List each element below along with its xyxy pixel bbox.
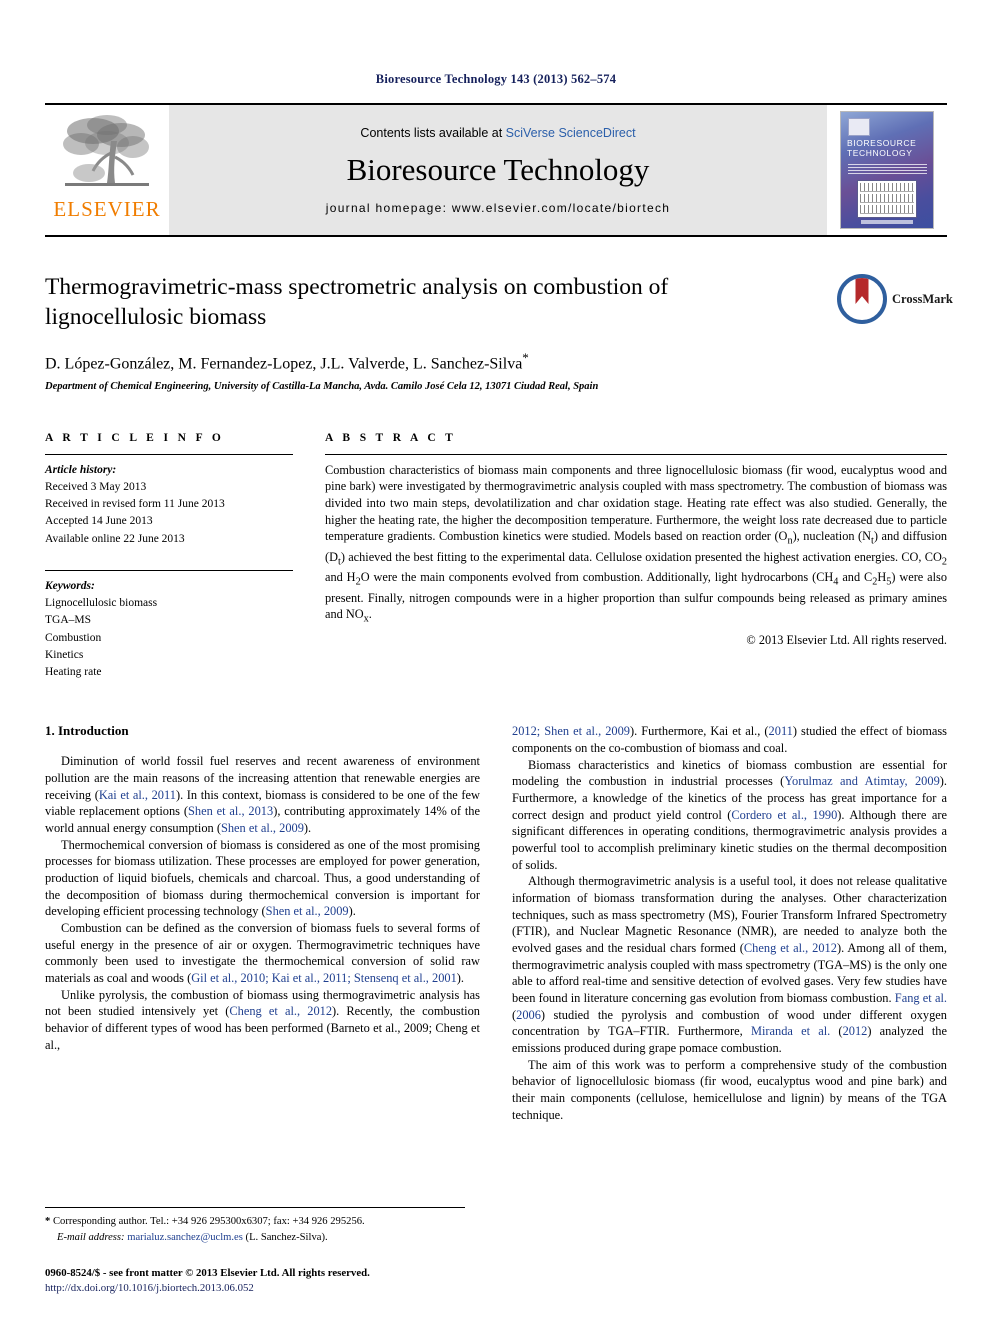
footnote-line-2: E-mail address: marialuz.sanchez@uclm.es…: [45, 1230, 465, 1245]
page-title: Thermogravimetric-mass spectrometric ana…: [45, 274, 669, 330]
article-history-item: Accepted 14 June 2013: [45, 515, 153, 528]
paragraph: Combustion can be defined as the convers…: [45, 921, 480, 986]
crossmark-badge[interactable]: CrossMark: [837, 273, 953, 325]
cover-footer-band: [861, 220, 913, 224]
journal-masthead: ELSEVIER Contents lists available at Sci…: [45, 103, 947, 237]
cover-image: BIORESOURCE TECHNOLOGY: [841, 112, 933, 228]
cover-inset-chart: [857, 180, 917, 218]
footnote-line-1: * Corresponding author. Tel.: +34 926 29…: [45, 1214, 465, 1229]
title-block: Thermogravimetric-mass spectrometric ana…: [45, 273, 953, 392]
article-history-label: Article history:: [45, 463, 117, 476]
keyword-item: Kinetics: [45, 648, 84, 661]
introduction-section: 1. Introduction Diminution of world foss…: [45, 723, 947, 1123]
corresponding-author-footnote: * Corresponding author. Tel.: +34 926 29…: [45, 1207, 465, 1245]
article-history-item: Received 3 May 2013: [45, 480, 147, 493]
corresponding-author-marker: *: [522, 350, 529, 366]
cover-subtitle-lines: [848, 164, 927, 176]
paragraph: Diminution of world fossil fuel reserves…: [45, 754, 480, 835]
abstract-copyright: © 2013 Elsevier Ltd. All rights reserved…: [746, 632, 947, 647]
article-history-item: Received in revised form 11 June 2013: [45, 498, 225, 511]
issn-copyright-line: 0960-8524/$ - see front matter © 2013 El…: [45, 1266, 370, 1279]
body-column-right: 2012; Shen et al., 2009). Furthermore, K…: [512, 723, 947, 1123]
abstract-text: Combustion characteristics of biomass ma…: [325, 462, 947, 625]
sciencedirect-link[interactable]: SciVerse ScienceDirect: [506, 126, 636, 140]
divider: [45, 453, 293, 455]
divider: [45, 569, 293, 571]
author-names: D. López-González, M. Fernandez-Lopez, J…: [45, 355, 523, 373]
keyword-item: Lignocellulosic biomass: [45, 597, 158, 610]
elsevier-logo: ELSEVIER: [45, 105, 169, 235]
article-history-item: Available online 22 June 2013: [45, 532, 185, 545]
email-link[interactable]: marialuz.sanchez@uclm.es: [127, 1232, 243, 1243]
keyword-item: Heating rate: [45, 666, 102, 679]
paragraph: Biomass characteristics and kinetics of …: [512, 757, 948, 872]
paper-page: Bioresource Technology 143 (2013) 562–57…: [0, 0, 992, 1323]
crossmark-icon: [837, 274, 887, 324]
section-heading-introduction: 1. Introduction: [45, 723, 129, 739]
journal-homepage-link[interactable]: journal homepage: www.elsevier.com/locat…: [326, 201, 670, 215]
journal-cover-thumbnail: BIORESOURCE TECHNOLOGY: [827, 105, 947, 235]
contents-available-line: Contents lists available at SciVerse Sci…: [360, 126, 635, 140]
author-list: D. López-González, M. Fernandez-Lopez, J…: [45, 350, 947, 373]
keywords-label: Keywords:: [45, 579, 95, 592]
abstract-heading: A B S T R A C T: [325, 431, 457, 444]
email-address-label: E-mail address:: [57, 1231, 125, 1243]
doi-link[interactable]: http://dx.doi.org/10.1016/j.biortech.201…: [45, 1281, 370, 1297]
footer-metadata: 0960-8524/$ - see front matter © 2013 El…: [45, 1266, 370, 1297]
affiliation: Department of Chemical Engineering, Univ…: [45, 380, 599, 392]
elsevier-wordmark: ELSEVIER: [53, 197, 161, 221]
paragraph: 2012; Shen et al., 2009). Furthermore, K…: [512, 724, 948, 755]
journal-title: Bioresource Technology: [346, 151, 650, 187]
elsevier-tree-icon: [59, 111, 155, 197]
cover-title-text: BIORESOURCE TECHNOLOGY: [847, 138, 917, 158]
body-column-left: 1. Introduction Diminution of world foss…: [45, 723, 480, 1123]
keyword-item: TGA–MS: [45, 614, 92, 627]
masthead-center: Contents lists available at SciVerse Sci…: [169, 105, 827, 235]
paragraph: Unlike pyrolysis, the combustion of biom…: [45, 987, 480, 1052]
email-owner: (L. Sanchez-Silva).: [245, 1231, 328, 1243]
cover-elsevier-icon: [848, 118, 870, 136]
abstract-column: A B S T R A C T Combustion characteristi…: [325, 432, 947, 682]
paragraph: The aim of this work was to perform a co…: [512, 1057, 947, 1122]
article-info-heading: A R T I C L E I N F O: [45, 431, 225, 444]
divider: [325, 453, 947, 455]
keyword-item: Combustion: [45, 631, 102, 644]
crossmark-label: CrossMark: [892, 291, 953, 306]
contents-prefix: Contents lists available at: [360, 125, 506, 140]
info-abstract-section: A R T I C L E I N F O Article history: R…: [45, 432, 947, 682]
running-head: Bioresource Technology 143 (2013) 562–57…: [375, 72, 617, 86]
paragraph: Although thermogravimetric analysis is a…: [512, 874, 947, 1056]
footnote-contact: Corresponding author. Tel.: +34 926 2953…: [52, 1216, 365, 1228]
article-info-column: A R T I C L E I N F O Article history: R…: [45, 432, 293, 682]
footnote-marker: *: [45, 1216, 51, 1228]
paragraph: Thermochemical conversion of biomass is …: [45, 837, 480, 919]
